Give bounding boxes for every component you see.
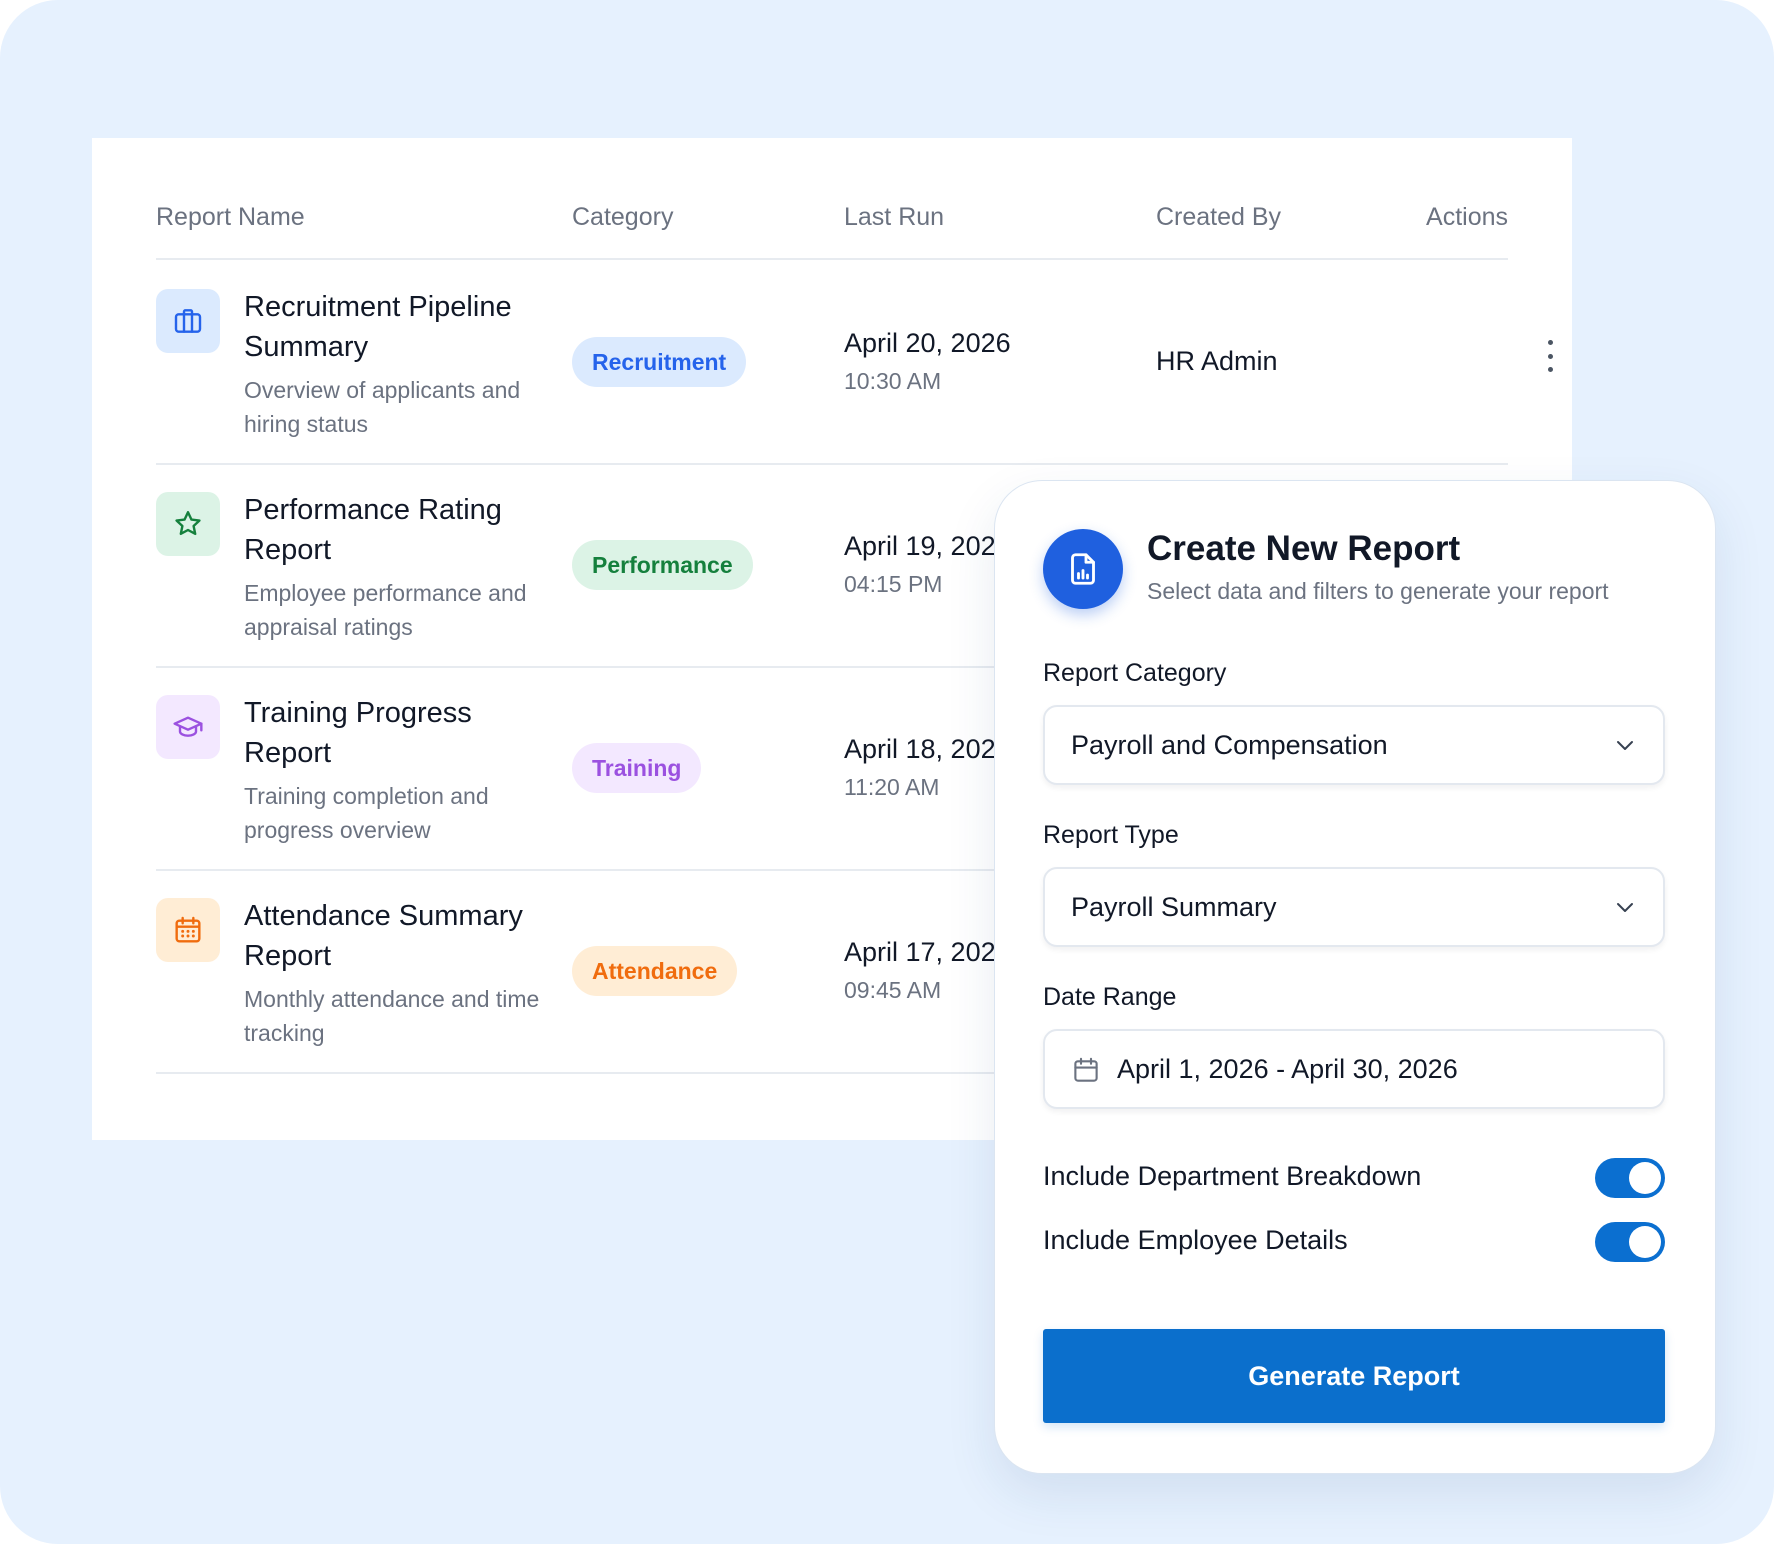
graduation-cap-icon xyxy=(156,695,220,759)
report-category-label: Report Category xyxy=(1043,659,1227,687)
header-actions: Actions xyxy=(1426,203,1508,231)
date-range-label: Date Range xyxy=(1043,983,1177,1011)
page-background: Report Name Category Last Run Created By… xyxy=(0,0,1774,1544)
chevron-down-icon xyxy=(1617,741,1633,750)
panel-subtitle: Select data and filters to generate your… xyxy=(1147,578,1609,604)
employee-details-toggle[interactable] xyxy=(1595,1222,1665,1262)
last-run-time: 10:30 AM xyxy=(844,368,942,394)
calendar-icon xyxy=(1074,1057,1098,1082)
header-created-by[interactable]: Created By xyxy=(1156,203,1281,232)
generate-report-button[interactable]: Generate Report xyxy=(1043,1329,1665,1423)
category-badge: Attendance xyxy=(572,946,738,996)
employee-details-label: Include Employee Details xyxy=(1043,1225,1348,1255)
panel-title: Create New Report xyxy=(1147,529,1461,568)
report-type-select[interactable]: Payroll Summary xyxy=(1043,867,1665,947)
created-by: HR Admin xyxy=(1156,346,1278,376)
last-run-time: 09:45 AM xyxy=(844,977,942,1003)
report-title[interactable]: Training Progress Report xyxy=(244,693,564,773)
report-title[interactable]: Attendance Summary Report xyxy=(244,896,564,976)
report-category-select[interactable]: Payroll and Compensation xyxy=(1043,705,1665,785)
report-document-icon xyxy=(1043,529,1123,609)
category-badge: Performance xyxy=(572,540,753,590)
last-run-date: April 18, 2026 xyxy=(844,734,1011,764)
date-range-value: April 1, 2026 - April 30, 2026 xyxy=(1117,1054,1458,1084)
report-type-label: Report Type xyxy=(1043,821,1179,849)
report-title[interactable]: Performance Rating Report xyxy=(244,490,564,570)
department-breakdown-toggle[interactable] xyxy=(1595,1158,1665,1198)
report-category-value: Payroll and Compensation xyxy=(1071,730,1388,760)
last-run-time: 11:20 AM xyxy=(844,774,940,800)
briefcase-icon xyxy=(156,289,220,353)
header-last-run[interactable]: Last Run xyxy=(844,203,944,232)
category-badge: Training xyxy=(572,743,702,793)
last-run-date: April 19, 2026 xyxy=(844,531,1011,561)
calendar-icon xyxy=(156,898,220,962)
report-description: Monthly attendance and time tracking xyxy=(244,986,540,1046)
header-report-name[interactable]: Report Name xyxy=(156,203,305,232)
create-report-panel: Create New Report Select data and filter… xyxy=(994,480,1716,1474)
report-title[interactable]: Recruitment Pipeline Summary xyxy=(244,287,564,367)
report-description: Overview of applicants and hiring status xyxy=(244,377,521,437)
header-category[interactable]: Category xyxy=(572,203,673,232)
last-run-date: April 20, 2026 xyxy=(844,328,1011,358)
more-actions-icon[interactable] xyxy=(1544,340,1556,372)
table-header: Report Name Category Last Run Created By… xyxy=(156,138,1508,260)
department-breakdown-label: Include Department Breakdown xyxy=(1043,1161,1422,1191)
category-badge: Recruitment xyxy=(572,337,747,387)
report-description: Employee performance and appraisal ratin… xyxy=(244,580,527,640)
table-row[interactable]: Recruitment Pipeline Summary Overview of… xyxy=(156,260,1553,465)
star-icon xyxy=(156,492,220,556)
date-range-input[interactable]: April 1, 2026 - April 30, 2026 xyxy=(1043,1029,1665,1109)
report-type-value: Payroll Summary xyxy=(1071,892,1277,922)
last-run-date: April 17, 2026 xyxy=(844,937,1011,967)
report-description: Training completion and progress overvie… xyxy=(244,783,489,843)
chevron-down-icon xyxy=(1617,903,1633,912)
last-run-time: 04:15 PM xyxy=(844,571,943,597)
